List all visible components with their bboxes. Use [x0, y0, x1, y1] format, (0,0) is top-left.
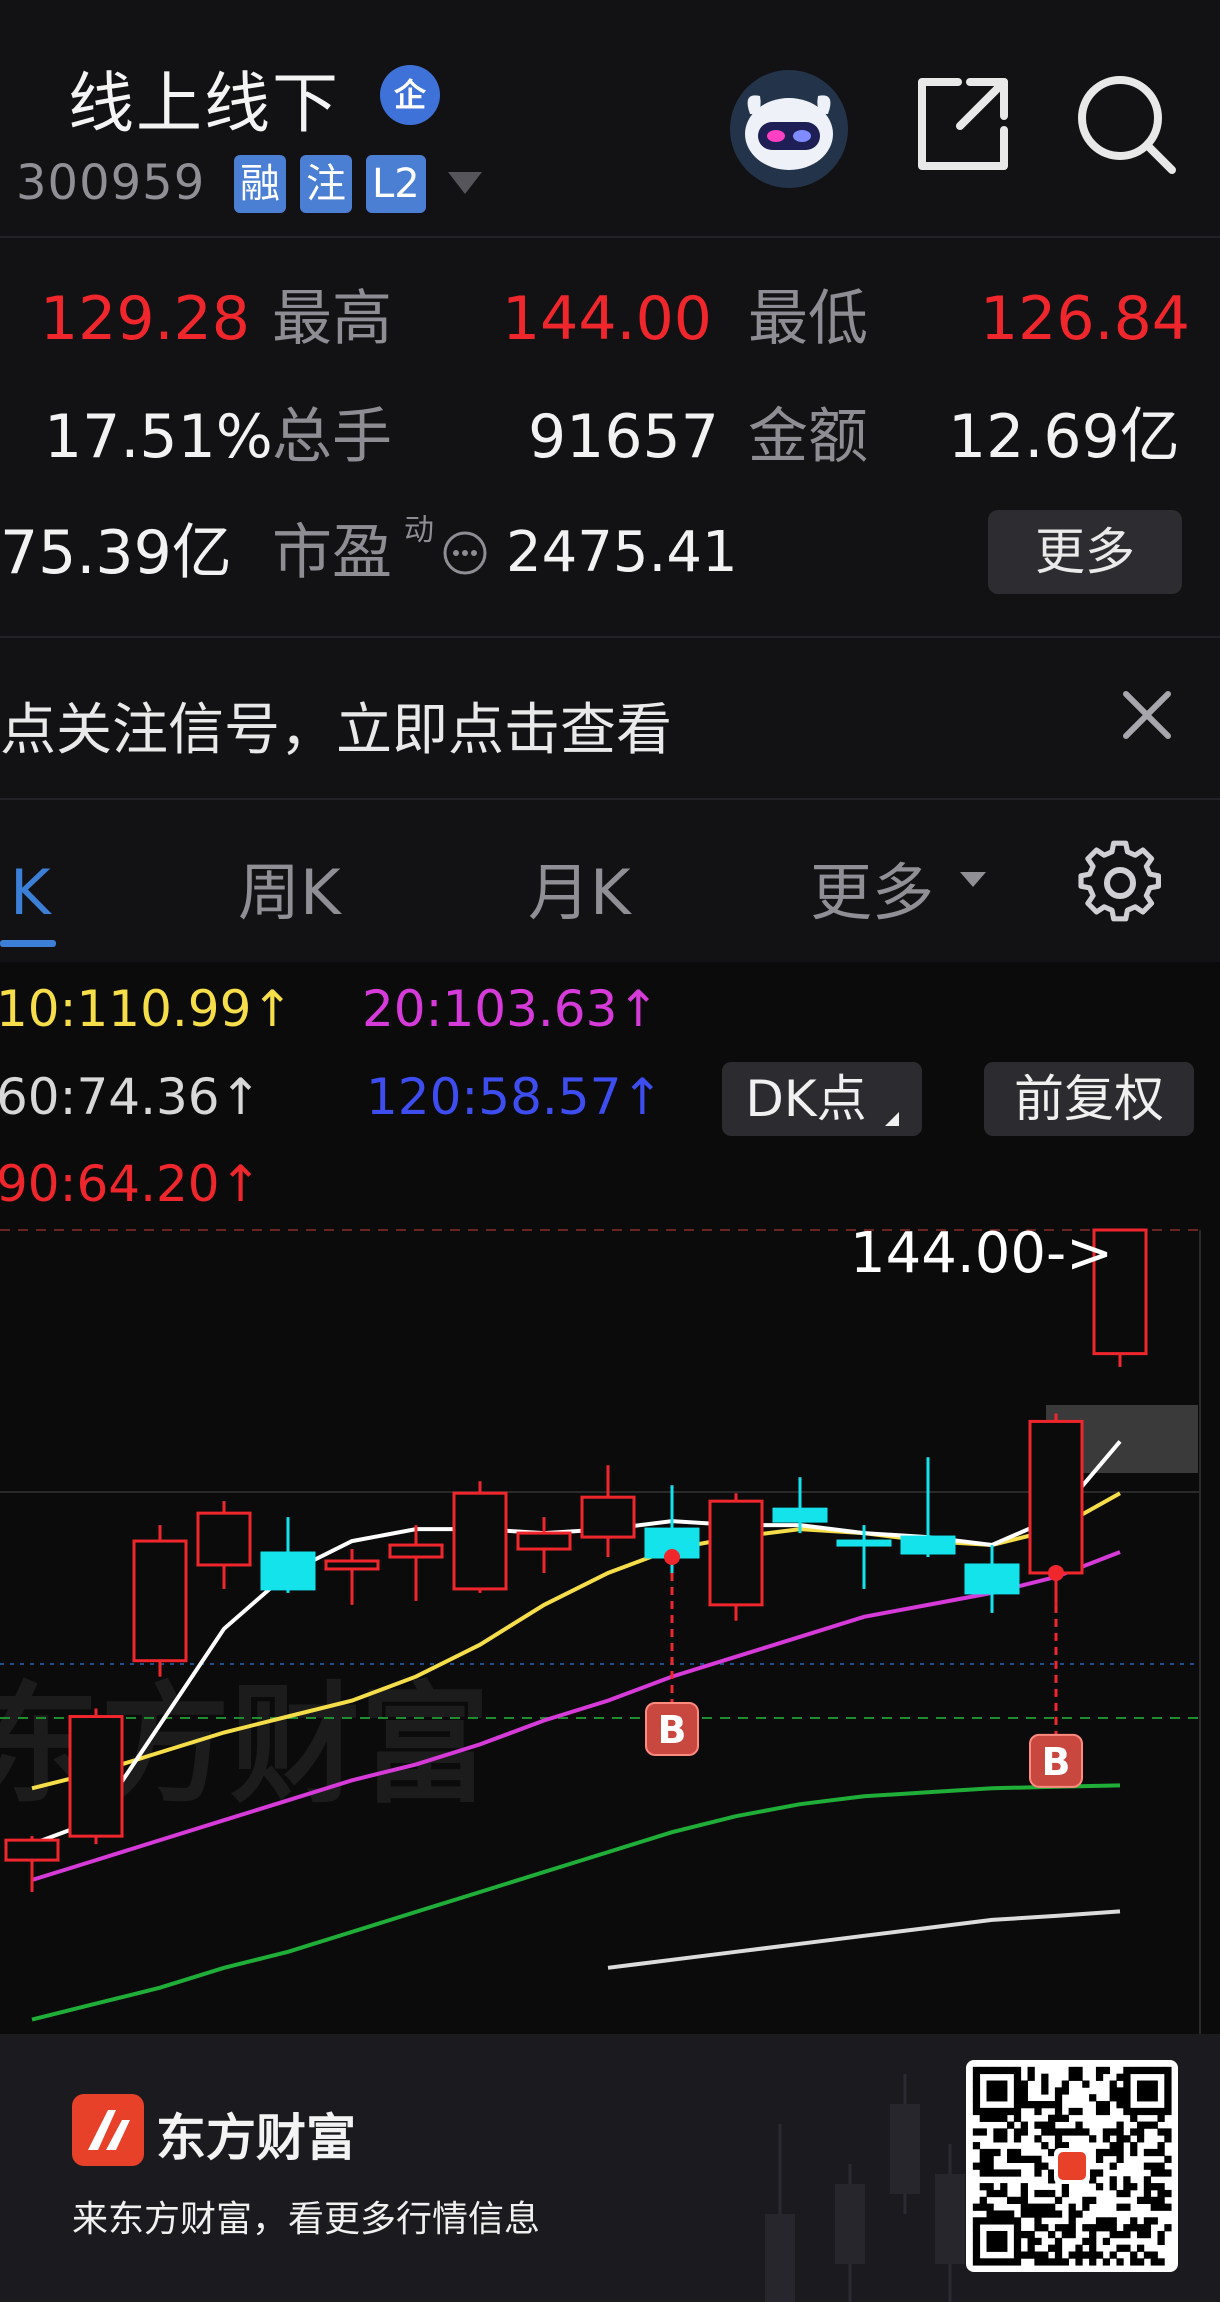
- banner-divider: [0, 798, 1220, 800]
- ma60-value: 60:74.36↑: [0, 1068, 262, 1126]
- signal-label: B: [658, 1708, 687, 1752]
- signal-banner-text[interactable]: 点关注信号，立即点击查看: [0, 685, 672, 766]
- ma10-value: 10:110.99↑: [0, 980, 294, 1038]
- pe-label: 市盈: [272, 518, 392, 588]
- candle-body: [388, 1543, 444, 1559]
- dk-point-button[interactable]: DK点: [722, 1062, 922, 1136]
- candle-body: [772, 1507, 828, 1523]
- tab-daily-k[interactable]: 日K: [0, 842, 51, 932]
- candle-body: [516, 1531, 572, 1551]
- high-value: 144.00: [502, 284, 712, 354]
- pe-value: 2475.41: [506, 520, 738, 585]
- volume-label: 总手: [272, 402, 392, 472]
- more-options-icon[interactable]: [442, 530, 488, 576]
- pe-dynamic-marker: 动: [404, 513, 434, 548]
- quote-divider: [0, 636, 1220, 638]
- candle-body: [580, 1495, 636, 1539]
- stock-name: 线上线下: [68, 65, 340, 142]
- close-icon[interactable]: [1112, 680, 1182, 750]
- candle-body: [900, 1535, 956, 1555]
- candle-body: [132, 1539, 188, 1663]
- candle: [4, 1836, 60, 1892]
- candle: [516, 1517, 572, 1573]
- amount-label: 金额: [748, 402, 868, 472]
- candle-body: [452, 1491, 508, 1591]
- candle: [388, 1525, 444, 1601]
- brand-name: 东方财富: [156, 2109, 356, 2167]
- qr-code[interactable]: [966, 2060, 1178, 2272]
- candle: [900, 1457, 956, 1558]
- high-label: 最高: [272, 284, 392, 354]
- tab-monthly-k[interactable]: 月K: [528, 842, 631, 932]
- dk-point-label: DK点: [745, 1070, 867, 1128]
- stock-header: 线上线下 企 300959 融 注 L2: [0, 0, 1220, 236]
- ma120-value: 120:58.57↑: [366, 1068, 664, 1126]
- candle-body: [324, 1559, 380, 1571]
- l2-tag[interactable]: L2: [366, 155, 426, 213]
- buy-signal[interactable]: B: [645, 1549, 699, 1756]
- stock-code: 300959: [16, 155, 206, 211]
- tab-more-caret-icon[interactable]: [960, 872, 986, 887]
- robot-assistant-icon[interactable]: [730, 70, 848, 188]
- signal-label: B: [1042, 1740, 1071, 1784]
- footer-slogan: 来东方财富，看更多行情信息: [72, 2199, 541, 2240]
- forward-adjust-button[interactable]: 前复权: [984, 1062, 1194, 1136]
- candle-body: [4, 1838, 60, 1862]
- candle: [132, 1525, 188, 1677]
- candle-body: [964, 1563, 1020, 1595]
- candle-body: [836, 1539, 892, 1547]
- market-cap-value: 75.39亿: [0, 518, 232, 588]
- candle: [196, 1501, 252, 1589]
- tab-weekly-k[interactable]: 周K: [238, 842, 341, 932]
- enterprise-badge: 企: [380, 65, 440, 125]
- candle: [708, 1493, 764, 1621]
- volume-value: 91657: [528, 402, 719, 472]
- candle-body: [260, 1551, 316, 1591]
- candle-body: [68, 1715, 124, 1838]
- dk-corner-icon: [884, 1112, 899, 1126]
- candlestick-chart[interactable]: 东方财富 BB 144.00->: [0, 1200, 1220, 2034]
- signal-dot: [664, 1549, 680, 1566]
- candle-body: [708, 1499, 764, 1607]
- registration-tag[interactable]: 注: [300, 155, 352, 213]
- high-price-marker: 144.00->: [850, 1221, 1113, 1286]
- low-label: 最低: [748, 284, 868, 354]
- chevron-down-icon[interactable]: [448, 172, 482, 194]
- ma20-value: 20:103.63↑: [362, 980, 660, 1038]
- candle: [68, 1708, 124, 1845]
- active-tab-indicator: [0, 940, 56, 947]
- low-value: 126.84: [980, 284, 1190, 354]
- candle: [964, 1545, 1020, 1613]
- header-divider: [0, 236, 1220, 238]
- gear-icon[interactable]: [1075, 838, 1165, 928]
- candle: [324, 1549, 380, 1605]
- signal-dot: [1048, 1564, 1064, 1581]
- share-icon[interactable]: [908, 70, 1018, 180]
- candle-body: [196, 1511, 252, 1567]
- candle: [260, 1517, 316, 1593]
- more-quote-button[interactable]: 更多: [988, 510, 1182, 594]
- candle: [580, 1465, 636, 1558]
- margin-tag[interactable]: 融: [234, 155, 286, 213]
- amount-value: 12.69亿: [948, 402, 1180, 472]
- candle: [452, 1481, 508, 1593]
- change-percent: 17.51%: [44, 402, 273, 472]
- tab-more[interactable]: 更多: [810, 842, 934, 932]
- brand-logo-icon: [72, 2094, 144, 2166]
- search-icon[interactable]: [1072, 70, 1182, 180]
- ma120-line: [607, 1909, 1121, 1970]
- current-price: 129.28: [40, 284, 250, 354]
- candle-body: [1028, 1419, 1084, 1575]
